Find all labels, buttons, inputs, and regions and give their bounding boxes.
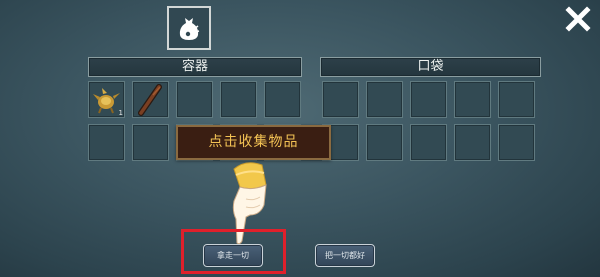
item-count: 1: [118, 109, 123, 117]
wooden-club-icon: [138, 84, 162, 116]
pocket-header: 口袋: [320, 57, 541, 77]
pocket-slot-5[interactable]: [498, 81, 535, 118]
container-header: 容器: [88, 57, 302, 77]
pocket-slot-2[interactable]: [366, 81, 403, 118]
pocket-slot-9[interactable]: [454, 124, 491, 161]
container-slot-2[interactable]: [132, 81, 169, 118]
pocket-slot-10[interactable]: [498, 124, 535, 161]
close-icon: [565, 6, 591, 32]
pocket-slot-7[interactable]: [366, 124, 403, 161]
pocket-slot-8[interactable]: [410, 124, 447, 161]
container-slot-6[interactable]: [88, 124, 125, 161]
container-slot-1[interactable]: 1: [88, 81, 125, 118]
loot-bag-icon: [179, 18, 200, 40]
pocket-slot-3[interactable]: [410, 81, 447, 118]
container-slot-3[interactable]: [176, 81, 213, 118]
container-slot-5[interactable]: [264, 81, 301, 118]
pocket-slot-4[interactable]: [454, 81, 491, 118]
container-slot-7[interactable]: [132, 124, 169, 161]
container-slot-4[interactable]: [220, 81, 257, 118]
pocket-slot-1[interactable]: [322, 81, 359, 118]
close-button[interactable]: [565, 6, 591, 32]
collect-items-tooltip: 点击收集物品: [176, 125, 331, 160]
drop-all-button[interactable]: 把一切都好: [315, 244, 375, 267]
take-all-button[interactable]: 拿走一切: [203, 244, 263, 267]
loot-bag-icon-frame: [167, 6, 211, 50]
